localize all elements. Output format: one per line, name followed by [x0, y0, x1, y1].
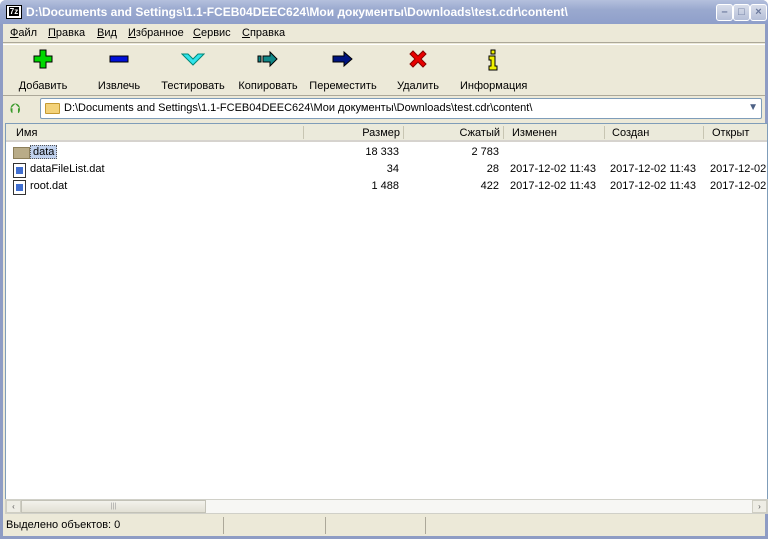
delete-button[interactable]: Удалить: [395, 49, 441, 92]
file-accessed: 2017-12-02: [710, 163, 767, 175]
copy-arrow-icon: [236, 49, 300, 73]
file-packed: 2 783: [471, 146, 499, 158]
plus-icon: [16, 49, 70, 73]
copy-button[interactable]: Копировать: [236, 49, 300, 92]
move-arrow-icon: [309, 49, 377, 73]
menu-tools[interactable]: Сервис: [193, 27, 231, 39]
file-name: root.dat: [30, 180, 68, 192]
title-bar: 7z D:\Documents and Settings\1.1-FCEB04D…: [0, 0, 768, 24]
file-created: 2017-12-02 11:43: [610, 180, 697, 192]
test-button[interactable]: Тестировать: [159, 49, 227, 92]
list-header: Имя Размер Сжатый Изменен Создан Открыт: [6, 124, 767, 142]
menu-help[interactable]: Справка: [242, 27, 285, 39]
file-icon: [13, 163, 26, 178]
delete-x-icon: [395, 49, 441, 73]
check-icon: [159, 49, 227, 73]
test-label: Тестировать: [161, 80, 225, 92]
column-size[interactable]: Размер: [306, 127, 400, 139]
file-size: 34: [386, 163, 399, 175]
file-modified: 2017-12-02 11:43: [510, 163, 597, 175]
delete-label: Удалить: [397, 80, 439, 92]
window-title: D:\Documents and Settings\1.1-FCEB04DEEC…: [26, 5, 568, 19]
column-created[interactable]: Создан: [612, 127, 649, 139]
file-size: 18 333: [365, 146, 399, 158]
toolbar: Добавить Извлечь Тестировать Копировать …: [3, 44, 765, 96]
menu-edit[interactable]: Правка: [48, 27, 85, 39]
column-accessed[interactable]: Открыт: [712, 127, 749, 139]
file-name: data: [30, 145, 58, 159]
address-text[interactable]: D:\Documents and Settings\1.1-FCEB04DEEC…: [64, 102, 532, 114]
minimize-button[interactable]: –: [716, 4, 733, 21]
menu-view[interactable]: Вид: [97, 27, 117, 39]
file-list: Имя Размер Сжатый Изменен Создан Открыт …: [5, 123, 768, 500]
file-packed: 28: [486, 163, 499, 175]
table-row[interactable]: root.dat 1 488 422 2017-12-02 11:43 2017…: [6, 178, 767, 195]
menu-bar: Файл Правка Вид Избранное Сервис Справка: [3, 24, 765, 43]
minus-icon: [95, 49, 143, 73]
file-size: 1 488: [371, 180, 399, 192]
status-selected: Выделено объектов: 0: [6, 519, 121, 531]
add-button[interactable]: Добавить: [16, 49, 70, 92]
status-bar: Выделено объектов: 0: [3, 515, 765, 536]
extract-button[interactable]: Извлечь: [95, 49, 143, 92]
table-row[interactable]: dataFileList.dat 34 28 2017-12-02 11:43 …: [6, 161, 767, 178]
info-icon: [460, 49, 526, 73]
horizontal-scrollbar[interactable]: ‹ ||| ›: [5, 499, 768, 514]
column-modified[interactable]: Изменен: [512, 127, 557, 139]
file-created: 2017-12-02 11:43: [610, 163, 697, 175]
file-accessed: 2017-12-02: [710, 180, 767, 192]
extract-label: Извлечь: [97, 80, 141, 92]
move-label: Переместить: [309, 80, 377, 92]
address-combo[interactable]: D:\Documents and Settings\1.1-FCEB04DEEC…: [40, 98, 762, 119]
add-label: Добавить: [18, 80, 68, 92]
file-icon: [13, 180, 26, 195]
folder-icon: [13, 147, 30, 159]
column-packed[interactable]: Сжатый: [406, 127, 500, 139]
scroll-left-button[interactable]: ‹: [6, 500, 21, 513]
file-name: dataFileList.dat: [30, 163, 105, 175]
column-name[interactable]: Имя: [16, 127, 37, 139]
info-button[interactable]: Информация: [460, 49, 528, 92]
menu-favorites[interactable]: Избранное: [128, 27, 184, 39]
app-icon[interactable]: 7z: [6, 5, 22, 19]
window: 7z D:\Documents and Settings\1.1-FCEB04D…: [0, 0, 768, 539]
file-modified: 2017-12-02 11:43: [510, 180, 597, 192]
info-label: Информация: [460, 80, 528, 92]
file-packed: 422: [480, 180, 499, 192]
close-button[interactable]: ×: [750, 4, 767, 21]
table-row[interactable]: data 18 333 2 783: [6, 144, 767, 161]
menu-file[interactable]: Файл: [10, 27, 37, 39]
scroll-thumb[interactable]: |||: [21, 500, 206, 513]
copy-label: Копировать: [238, 80, 298, 92]
chevron-down-icon[interactable]: ▼: [748, 102, 758, 113]
move-button[interactable]: Переместить: [309, 49, 377, 92]
up-folder-icon[interactable]: ⮉: [10, 100, 21, 117]
maximize-button[interactable]: □: [733, 4, 750, 21]
address-bar: ⮉ D:\Documents and Settings\1.1-FCEB04DE…: [3, 96, 765, 122]
folder-icon: [45, 103, 60, 114]
scroll-right-button[interactable]: ›: [752, 500, 767, 513]
